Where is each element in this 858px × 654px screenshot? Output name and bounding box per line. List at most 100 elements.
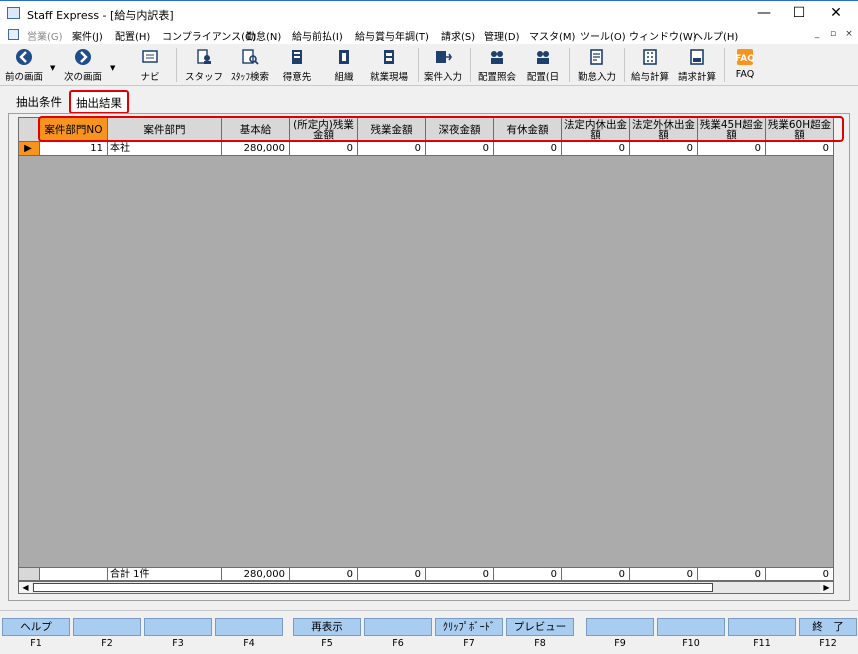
table-cell[interactable]: 280,000 <box>222 142 290 155</box>
menu-window[interactable]: ウィンドウ(W) <box>629 28 697 43</box>
grid-header-row: 案件部門NO 案件部門 基本給 (所定内)残業金額 残業金額 深夜金額 有休金額… <box>19 118 833 142</box>
column-header[interactable]: 法定外休出金額 <box>630 118 698 141</box>
table-cell[interactable]: 0 <box>698 142 766 155</box>
mdi-close-button[interactable]: × <box>842 28 856 41</box>
organization-button[interactable]: 組織 <box>327 46 361 84</box>
table-cell[interactable]: 0 <box>630 142 698 155</box>
forward-button[interactable]: 次の画面 <box>60 46 106 84</box>
menu-tools[interactable]: ツール(O) <box>580 28 626 43</box>
column-header[interactable]: 深夜金額 <box>426 118 494 141</box>
f4-button[interactable] <box>215 618 283 636</box>
divider <box>0 610 858 611</box>
table-cell[interactable]: 0 <box>290 142 358 155</box>
column-header[interactable]: 有休金額 <box>494 118 562 141</box>
back-label: 前の画面 <box>4 72 43 83</box>
maximize-button[interactable]: ☐ <box>785 4 813 22</box>
billing-label: 請求計算 <box>677 72 716 83</box>
f2-button[interactable] <box>73 618 141 636</box>
menu-help[interactable]: ヘルプ(H) <box>693 28 738 43</box>
column-header[interactable]: 法定内休出金額 <box>562 118 630 141</box>
f9-button[interactable] <box>586 618 654 636</box>
table-cell[interactable]: 0 <box>494 142 562 155</box>
column-header[interactable]: 残業45H超金額 <box>698 118 766 141</box>
menu-compliance[interactable]: コンプライアンス(C) <box>162 28 256 43</box>
column-header[interactable]: 残業金額 <box>358 118 426 141</box>
staff-search-button[interactable]: ｽﾀｯﾌ検索 <box>227 46 273 84</box>
document-icon[interactable] <box>8 29 19 40</box>
fkey-label: F1 <box>30 638 42 649</box>
f6-button[interactable] <box>364 618 432 636</box>
column-header[interactable]: 基本給 <box>222 118 290 141</box>
worksite-label: 就業現場 <box>369 72 408 83</box>
f3-button[interactable] <box>144 618 212 636</box>
fkey-label: F5 <box>321 638 333 649</box>
column-header[interactable]: 案件部門NO <box>40 118 108 141</box>
window-title: Staff Express - [給与内訳表] <box>27 9 174 22</box>
app-icon <box>7 7 20 19</box>
menu-admin[interactable]: 管理(D) <box>484 28 520 43</box>
staff-search-icon <box>242 49 259 65</box>
table-cell[interactable]: 0 <box>766 142 833 155</box>
scroll-thumb[interactable] <box>33 583 713 592</box>
column-header[interactable]: 残業60H超金額 <box>766 118 833 141</box>
menu-attendance[interactable]: 勤怠(N) <box>246 28 281 43</box>
placement-inquiry-button[interactable]: 配置照会 <box>474 46 520 84</box>
scroll-left-icon[interactable]: ◀ <box>19 582 32 593</box>
scroll-right-icon[interactable]: ▶ <box>820 582 833 593</box>
row-indicator-icon[interactable]: ▶ <box>19 142 40 155</box>
payroll-button[interactable]: 給与計算 <box>628 46 672 84</box>
table-cell[interactable]: 11 <box>40 142 108 155</box>
job-input-label: 案件入力 <box>423 72 462 83</box>
faq-button[interactable]: FAQ FAQ <box>730 46 760 84</box>
menu-billing[interactable]: 請求(S) <box>441 28 475 43</box>
footer-total-count: 合計 1件 <box>108 568 222 580</box>
f7-clipboard-button[interactable]: ｸﾘｯﾌﾟﾎﾞｰﾄﾞ <box>435 618 503 636</box>
table-cell[interactable]: 0 <box>358 142 426 155</box>
fkey-label: F8 <box>534 638 546 649</box>
close-button[interactable]: ✕ <box>822 4 850 22</box>
f12-exit-button[interactable]: 終 了 <box>799 618 857 636</box>
footer-cell: 0 <box>494 568 562 580</box>
f8-preview-button[interactable]: プレビュー <box>506 618 574 636</box>
horizontal-scrollbar[interactable]: ◀ ▶ <box>18 581 834 594</box>
menu-master[interactable]: マスタ(M) <box>529 28 575 43</box>
f5-refresh-button[interactable]: 再表示 <box>293 618 361 636</box>
job-input-button[interactable]: 案件入力 <box>421 46 465 84</box>
table-cell[interactable]: 0 <box>562 142 630 155</box>
tab-extraction-conditions[interactable]: 抽出条件 <box>16 94 62 110</box>
mdi-restore-button[interactable]: ▫ <box>826 28 840 41</box>
column-header[interactable]: (所定内)残業金額 <box>290 118 358 141</box>
f11-button[interactable] <box>728 618 796 636</box>
svg-text:FAQ: FAQ <box>736 54 754 64</box>
navi-icon <box>142 50 158 63</box>
f10-button[interactable] <box>657 618 725 636</box>
results-grid[interactable]: 案件部門NO 案件部門 基本給 (所定内)残業金額 残業金額 深夜金額 有休金額… <box>18 117 834 581</box>
attendance-input-button[interactable]: 勤怠入力 <box>574 46 620 84</box>
menu-placement[interactable]: 配置(H) <box>115 28 150 43</box>
toolbar-separator <box>624 48 625 82</box>
table-cell[interactable]: 本社 <box>108 142 222 155</box>
column-header[interactable]: 案件部門 <box>108 118 222 141</box>
tab-extraction-results[interactable]: 抽出結果 <box>69 90 129 114</box>
table-cell[interactable]: 0 <box>426 142 494 155</box>
placement-daily-button[interactable]: 配置(日 <box>524 46 562 84</box>
menu-advance-pay[interactable]: 給与前払(I) <box>292 28 343 43</box>
table-row[interactable]: ▶ 11 本社 280,000 0 0 0 0 0 0 0 0 <box>19 142 833 156</box>
menu-jobs[interactable]: 案件(J) <box>72 28 103 43</box>
forward-dropdown-icon[interactable]: ▼ <box>110 64 115 72</box>
minimize-button[interactable]: — <box>750 4 778 22</box>
f1-help-button[interactable]: ヘルプ <box>2 618 70 636</box>
staff-button[interactable]: スタッフ <box>184 46 224 84</box>
worksite-button[interactable]: 就業現場 <box>366 46 412 84</box>
mdi-minimize-button[interactable]: _ <box>810 28 824 41</box>
menu-bar: 営業(G) 案件(J) 配置(H) コンプライアンス(C) 勤怠(N) 給与前払… <box>0 26 858 44</box>
client-button[interactable]: 得意先 <box>278 46 316 84</box>
menu-payroll[interactable]: 給与賞与年調(T) <box>355 28 429 43</box>
job-input-icon <box>436 51 452 63</box>
navi-button[interactable]: ナビ <box>133 46 167 84</box>
menu-sales[interactable]: 営業(G) <box>27 28 63 43</box>
back-button[interactable]: 前の画面 <box>2 46 46 84</box>
billing-button[interactable]: 請求計算 <box>675 46 719 84</box>
staff-label: スタッフ <box>184 72 223 83</box>
back-dropdown-icon[interactable]: ▼ <box>50 64 55 72</box>
